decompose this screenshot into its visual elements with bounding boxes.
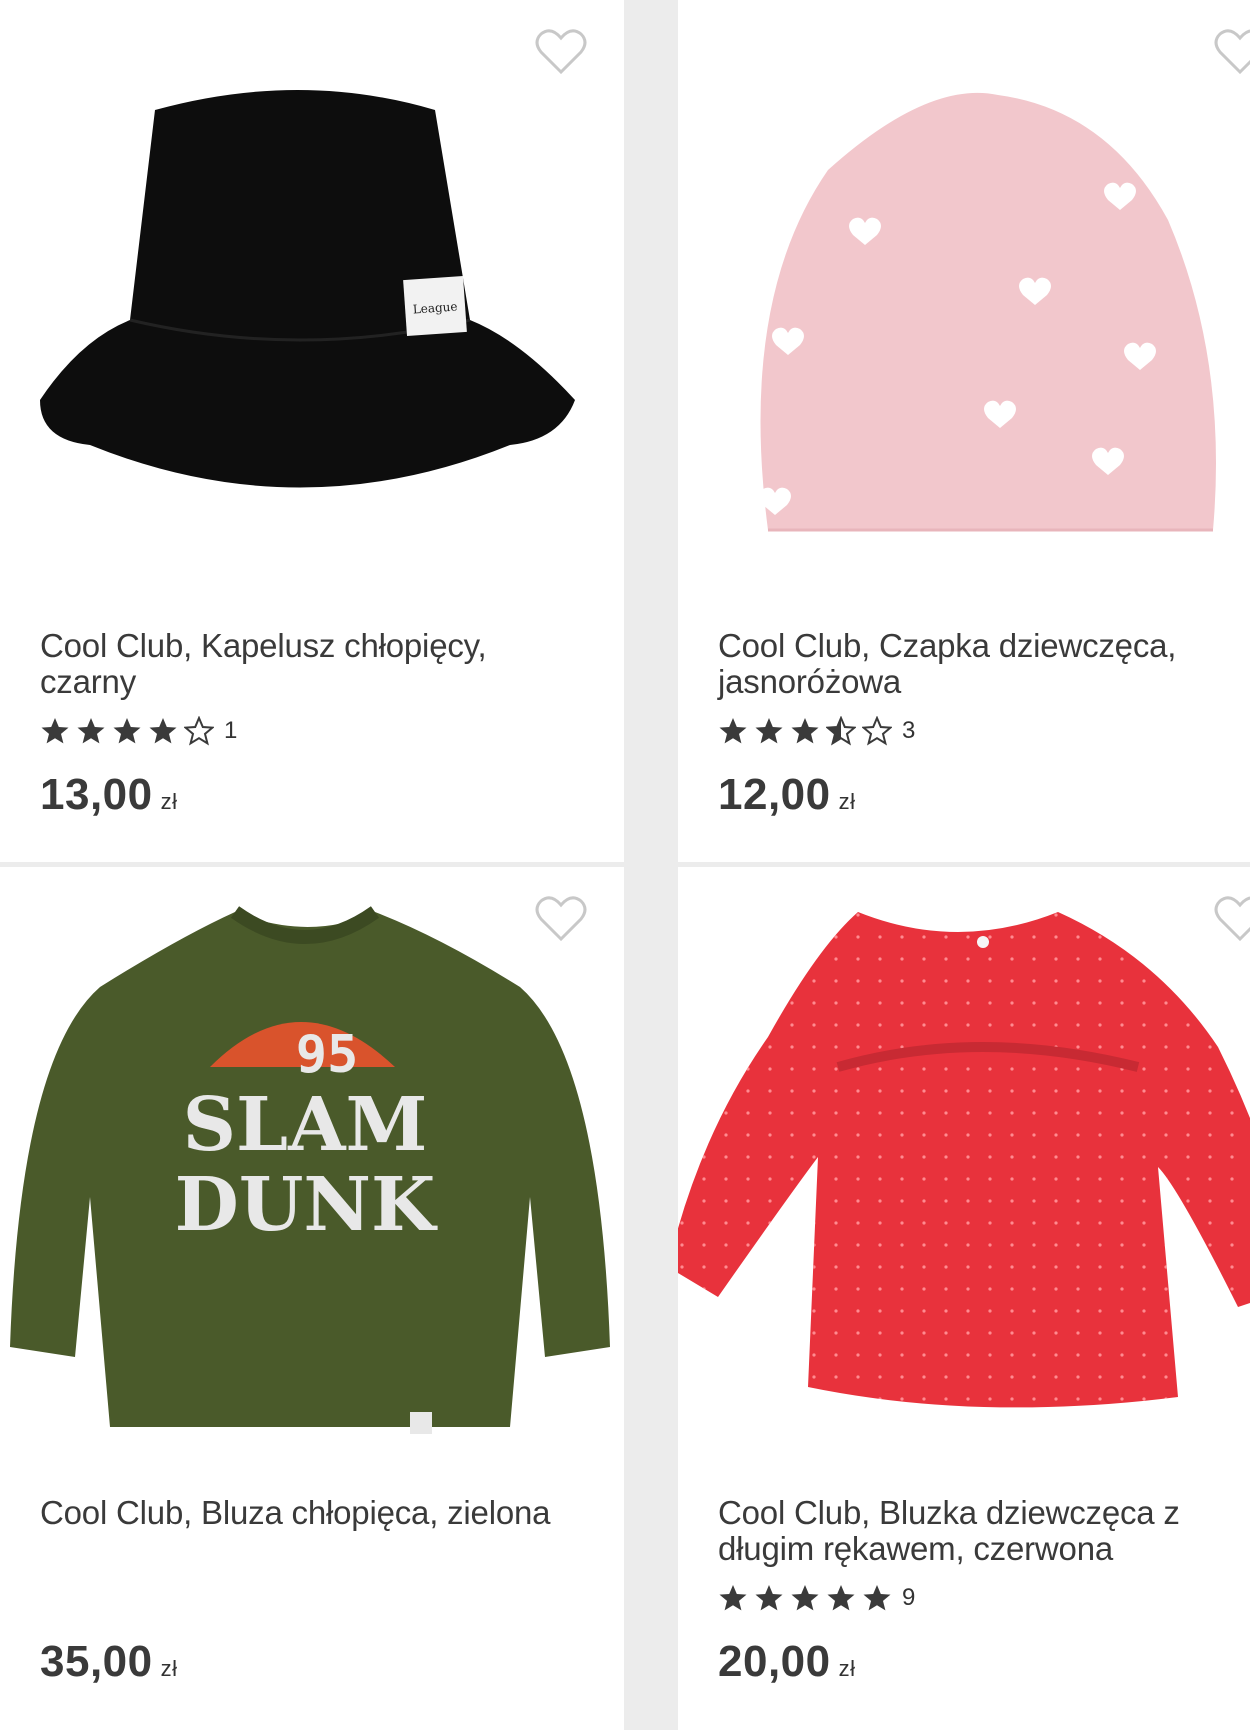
- star-icon: [863, 1585, 891, 1611]
- product-title[interactable]: Cool Club, Czapka dziewczęca, jasnoróżow…: [718, 628, 1250, 700]
- star-icon: [719, 718, 747, 744]
- star-icon: [149, 718, 177, 744]
- rating: 9: [718, 1581, 915, 1615]
- star-icon: [77, 718, 105, 744]
- currency: zł: [838, 789, 856, 814]
- heart-icon[interactable]: [535, 28, 587, 76]
- star-icon: [826, 716, 856, 746]
- star-icon: [791, 718, 819, 744]
- product-card[interactable]: Cool Club, Bluzka dziewczęca z długim rę…: [678, 867, 1250, 1730]
- star-icon: [113, 718, 141, 744]
- star-icon: [862, 716, 892, 746]
- product-title[interactable]: Cool Club, Bluzka dziewczęca z długim rę…: [718, 1495, 1250, 1567]
- product-image-green-sweatshirt[interactable]: 95 SLAM DUNK: [0, 867, 624, 1467]
- star-icon: [184, 716, 214, 746]
- print-line-2: DUNK: [175, 1162, 438, 1248]
- product-image-black-bucket-hat[interactable]: League: [0, 0, 624, 600]
- product-title[interactable]: Cool Club, Bluza chłopięca, zielona: [40, 1495, 580, 1531]
- currency: zł: [160, 789, 178, 814]
- star-icon: [755, 1585, 783, 1611]
- price-value: 12,00: [718, 770, 831, 819]
- heart-icon[interactable]: [535, 895, 587, 943]
- product-image-red-long-sleeve-blouse[interactable]: [678, 867, 1250, 1467]
- print-line-1: SLAM: [183, 1082, 428, 1168]
- product-card[interactable]: League Cool Club, Kapelusz chłopięcy, cz…: [0, 0, 624, 862]
- product-title[interactable]: Cool Club, Kapelusz chłopięcy, czarny: [40, 628, 580, 700]
- review-count: 1: [224, 717, 238, 744]
- currency: zł: [838, 1656, 856, 1681]
- heart-icon[interactable]: [1214, 28, 1250, 76]
- star-icon: [755, 718, 783, 744]
- product-image-pink-beanie-with-hearts[interactable]: [678, 0, 1250, 600]
- price: 35,00 zł: [40, 1637, 178, 1687]
- price: 13,00 zł: [40, 770, 178, 820]
- rating: 1: [40, 714, 237, 748]
- review-count: 9: [902, 1584, 916, 1611]
- price-value: 35,00: [40, 1637, 153, 1686]
- review-count: 3: [902, 717, 916, 744]
- rating: 3: [718, 714, 915, 748]
- print-number: 95: [296, 1025, 359, 1085]
- star-icon: [827, 1585, 855, 1611]
- star-icon: [719, 1585, 747, 1611]
- price: 12,00 zł: [718, 770, 856, 820]
- price-value: 13,00: [40, 770, 153, 819]
- price-value: 20,00: [718, 1637, 831, 1686]
- star-icon: [791, 1585, 819, 1611]
- product-grid: League Cool Club, Kapelusz chłopięcy, cz…: [0, 0, 1250, 1730]
- star-icon: [41, 718, 69, 744]
- currency: zł: [160, 1656, 178, 1681]
- product-card[interactable]: 95 SLAM DUNK Cool Club, Bluza chłopięca,…: [0, 867, 624, 1730]
- product-card[interactable]: Cool Club, Czapka dziewczęca, jasnoróżow…: [678, 0, 1250, 862]
- heart-icon[interactable]: [1214, 895, 1250, 943]
- price: 20,00 zł: [718, 1637, 856, 1687]
